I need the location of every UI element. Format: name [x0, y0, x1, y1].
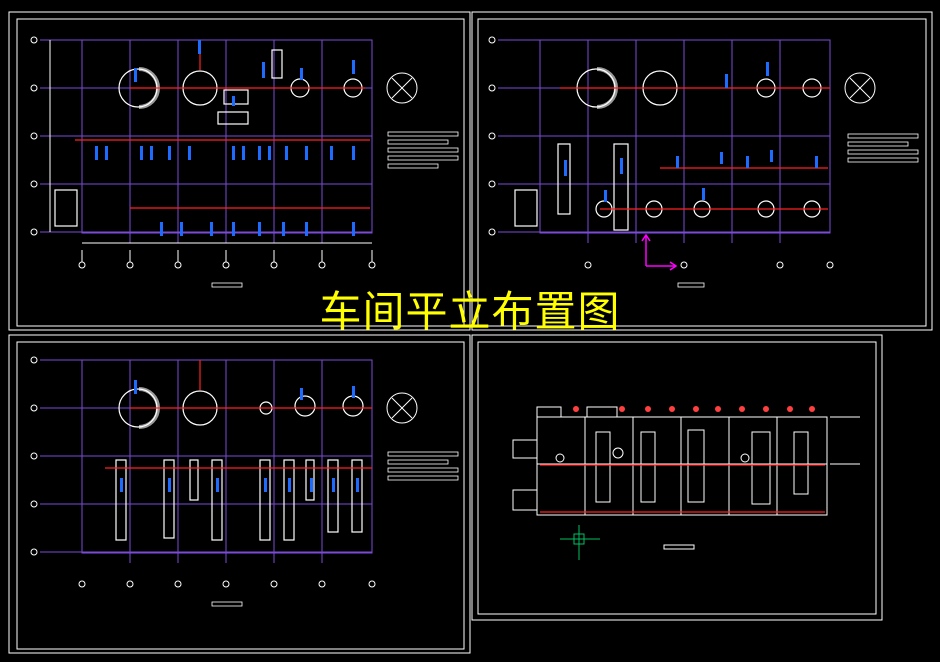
process-pipes — [540, 464, 825, 513]
ucs-axis-icon — [641, 233, 678, 271]
plan-view-1 — [30, 36, 459, 288]
legend-notes — [211, 131, 459, 288]
sheet-frames — [8, 11, 933, 654]
elevation-view — [512, 406, 860, 560]
grid-lines — [40, 359, 373, 563]
grid-lines — [40, 39, 373, 243]
grid-lines — [498, 39, 831, 243]
north-arrow-icon — [844, 72, 876, 104]
north-arrow-icon — [386, 392, 418, 424]
ucs-cross-icon — [560, 525, 600, 560]
tanks — [54, 49, 363, 227]
plan-view-2 — [488, 36, 919, 288]
process-pipes — [105, 360, 372, 469]
legend-notes — [677, 133, 919, 288]
tanks — [514, 67, 822, 231]
north-arrow-icon — [386, 72, 418, 104]
plan-view-3 — [30, 356, 459, 607]
valve-bank — [95, 40, 355, 236]
tanks — [115, 387, 364, 541]
building-section — [512, 406, 860, 550]
drawing-canvas — [8, 11, 933, 654]
legend-notes — [211, 451, 459, 607]
